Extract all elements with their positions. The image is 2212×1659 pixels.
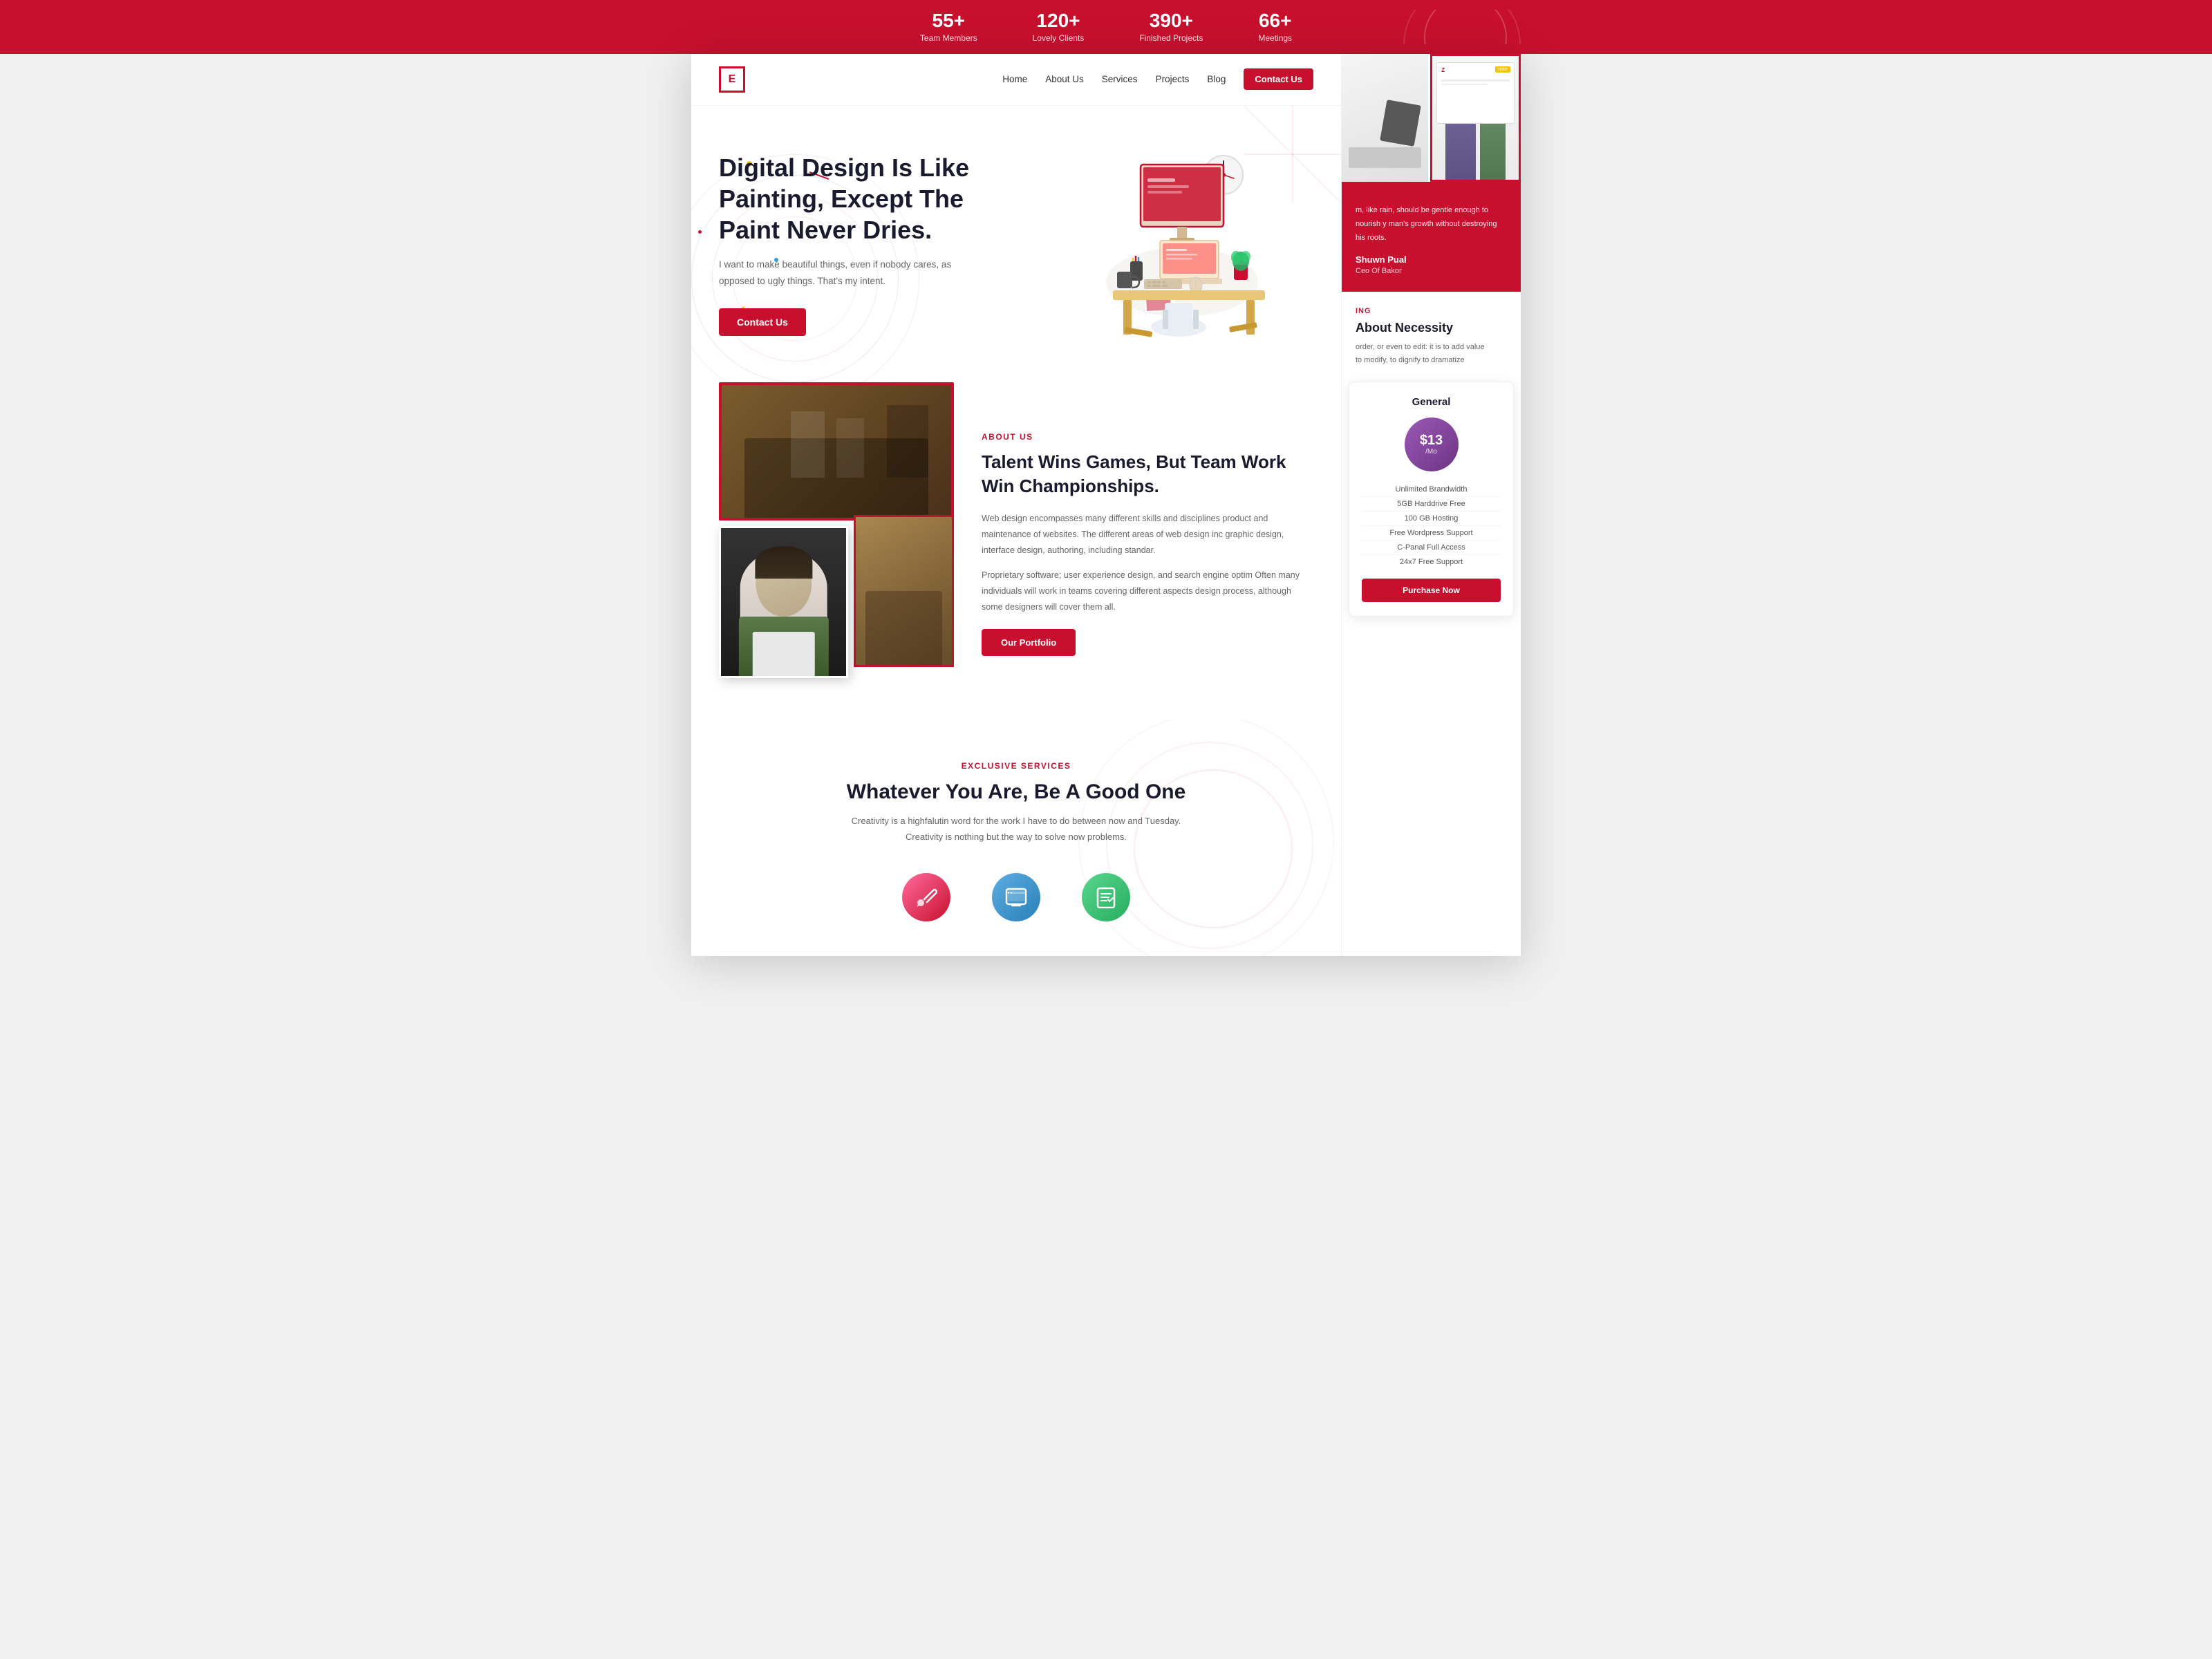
design-service-icon	[902, 873, 950, 921]
stat-number-1: 55+	[920, 10, 977, 32]
web-service-icon	[992, 873, 1040, 921]
logo: E	[719, 66, 745, 93]
service-item-design	[902, 873, 950, 921]
feature-2: 5GB Harddrive Free	[1362, 497, 1501, 512]
about-section: ABOUT US Talent Wins Games, But Team Wor…	[691, 382, 1341, 720]
purchase-button[interactable]: Purchase Now	[1362, 579, 1501, 602]
hero-title: Digital Design Is Like Painting, Except …	[719, 152, 1009, 245]
stat-item-4: 66+ Meetings	[1258, 10, 1292, 44]
nav-contact-button[interactable]: Contact Us	[1244, 68, 1313, 90]
hero-cta-button[interactable]: Contact Us	[719, 308, 806, 336]
testimonial-text: m, like rain, should be gentle enough to…	[1356, 204, 1507, 245]
nav-about[interactable]: About Us	[1045, 74, 1084, 84]
stat-number-3: 390+	[1139, 10, 1203, 32]
nav-projects[interactable]: Projects	[1156, 74, 1190, 84]
stat-label-4: Meetings	[1258, 33, 1292, 43]
stat-number-4: 66+	[1258, 10, 1292, 32]
nav-links: Home About Us Services Projects Blog Con…	[1002, 73, 1313, 86]
services-subtitle: Creativity is a highfalutin word for the…	[850, 814, 1182, 845]
sidebar-image-area: Z note	[1342, 54, 1521, 182]
pricing-features-list: Unlimited Brandwidth 5GB Harddrive Free …	[1362, 482, 1501, 569]
nav-blog[interactable]: Blog	[1207, 74, 1226, 84]
services-tag: EXCLUSIVE SERVICES	[719, 761, 1313, 771]
hero-illustration	[1009, 144, 1313, 344]
man-image	[719, 526, 848, 678]
hero-subtitle: I want to make beautiful things, even if…	[719, 256, 954, 289]
nav-services[interactable]: Services	[1102, 74, 1138, 84]
hero-content: Digital Design Is Like Painting, Except …	[719, 152, 1009, 336]
stat-label-3: Finished Projects	[1139, 33, 1203, 43]
stat-item-2: 120+ Lovely Clients	[1033, 10, 1085, 44]
price-badge: $13 /Mo	[1405, 418, 1459, 471]
pricing-card: General $13 /Mo Unlimited Brandwidth 5GB…	[1349, 382, 1514, 617]
testimonial-role: Ceo Of Bakor	[1356, 267, 1507, 275]
services-section: EXCLUSIVE SERVICES Whatever You Are, Be …	[691, 720, 1341, 956]
testimonial-author: Shuwn Pual	[1356, 254, 1507, 265]
sidebar-mac-image	[1342, 54, 1428, 182]
side-image	[854, 515, 954, 667]
stat-item-1: 55+ Team Members	[920, 10, 977, 44]
about-tag: ABOUT US	[982, 432, 1313, 442]
service-item-web	[992, 873, 1040, 921]
about-images	[691, 382, 968, 678]
feature-4: Free Wordpress Support	[1362, 526, 1501, 541]
sidebar-design-text-1: order, or even to edit: it is to add val…	[1356, 341, 1507, 353]
services-title: Whatever You Are, Be A Good One	[719, 780, 1313, 804]
sidebar-design: ING About Necessity order, or even to ed…	[1342, 292, 1521, 381]
price-amount: $13	[1420, 433, 1443, 448]
sidebar-whiteboard-image: Z note	[1430, 54, 1521, 182]
right-sidebar: Z note m, like rain, should be gentle en…	[1341, 54, 1521, 956]
services-icons-row	[719, 873, 1313, 921]
task-service-icon	[1082, 873, 1130, 921]
sidebar-design-tag: ING	[1356, 307, 1507, 315]
feature-3: 100 GB Hosting	[1362, 512, 1501, 526]
sidebar-design-title: About Necessity	[1356, 321, 1507, 335]
stat-label-2: Lovely Clients	[1033, 33, 1085, 43]
pricing-title: General	[1362, 396, 1501, 408]
nav-home[interactable]: Home	[1002, 74, 1027, 84]
main-content: E Home About Us Services Projects Blog C…	[691, 54, 1341, 956]
navbar: E Home About Us Services Projects Blog C…	[691, 54, 1341, 106]
price-period: /Mo	[1425, 448, 1437, 456]
feature-5: C-Panal Full Access	[1362, 541, 1501, 555]
about-text-2: Proprietary software; user experience de…	[982, 568, 1313, 615]
portfolio-button[interactable]: Our Portfolio	[982, 629, 1076, 656]
office-image-top	[719, 382, 954, 521]
stat-item-3: 390+ Finished Projects	[1139, 10, 1203, 44]
about-title: Talent Wins Games, But Team Work Win Cha…	[982, 450, 1313, 498]
service-item-task	[1082, 873, 1130, 921]
feature-1: Unlimited Brandwidth	[1362, 482, 1501, 497]
about-content: ABOUT US Talent Wins Games, But Team Wor…	[968, 404, 1341, 656]
stat-number-2: 120+	[1033, 10, 1085, 32]
feature-6: 24x7 Free Support	[1362, 555, 1501, 569]
stat-label-1: Team Members	[920, 33, 977, 43]
sidebar-design-text-2: to modify, to dignify to dramatize	[1356, 354, 1507, 366]
sidebar-testimonial: m, like rain, should be gentle enough to…	[1342, 187, 1521, 292]
about-text-1: Web design encompasses many different sk…	[982, 511, 1313, 559]
hero-section: Digital Design Is Like Painting, Except …	[691, 106, 1341, 382]
